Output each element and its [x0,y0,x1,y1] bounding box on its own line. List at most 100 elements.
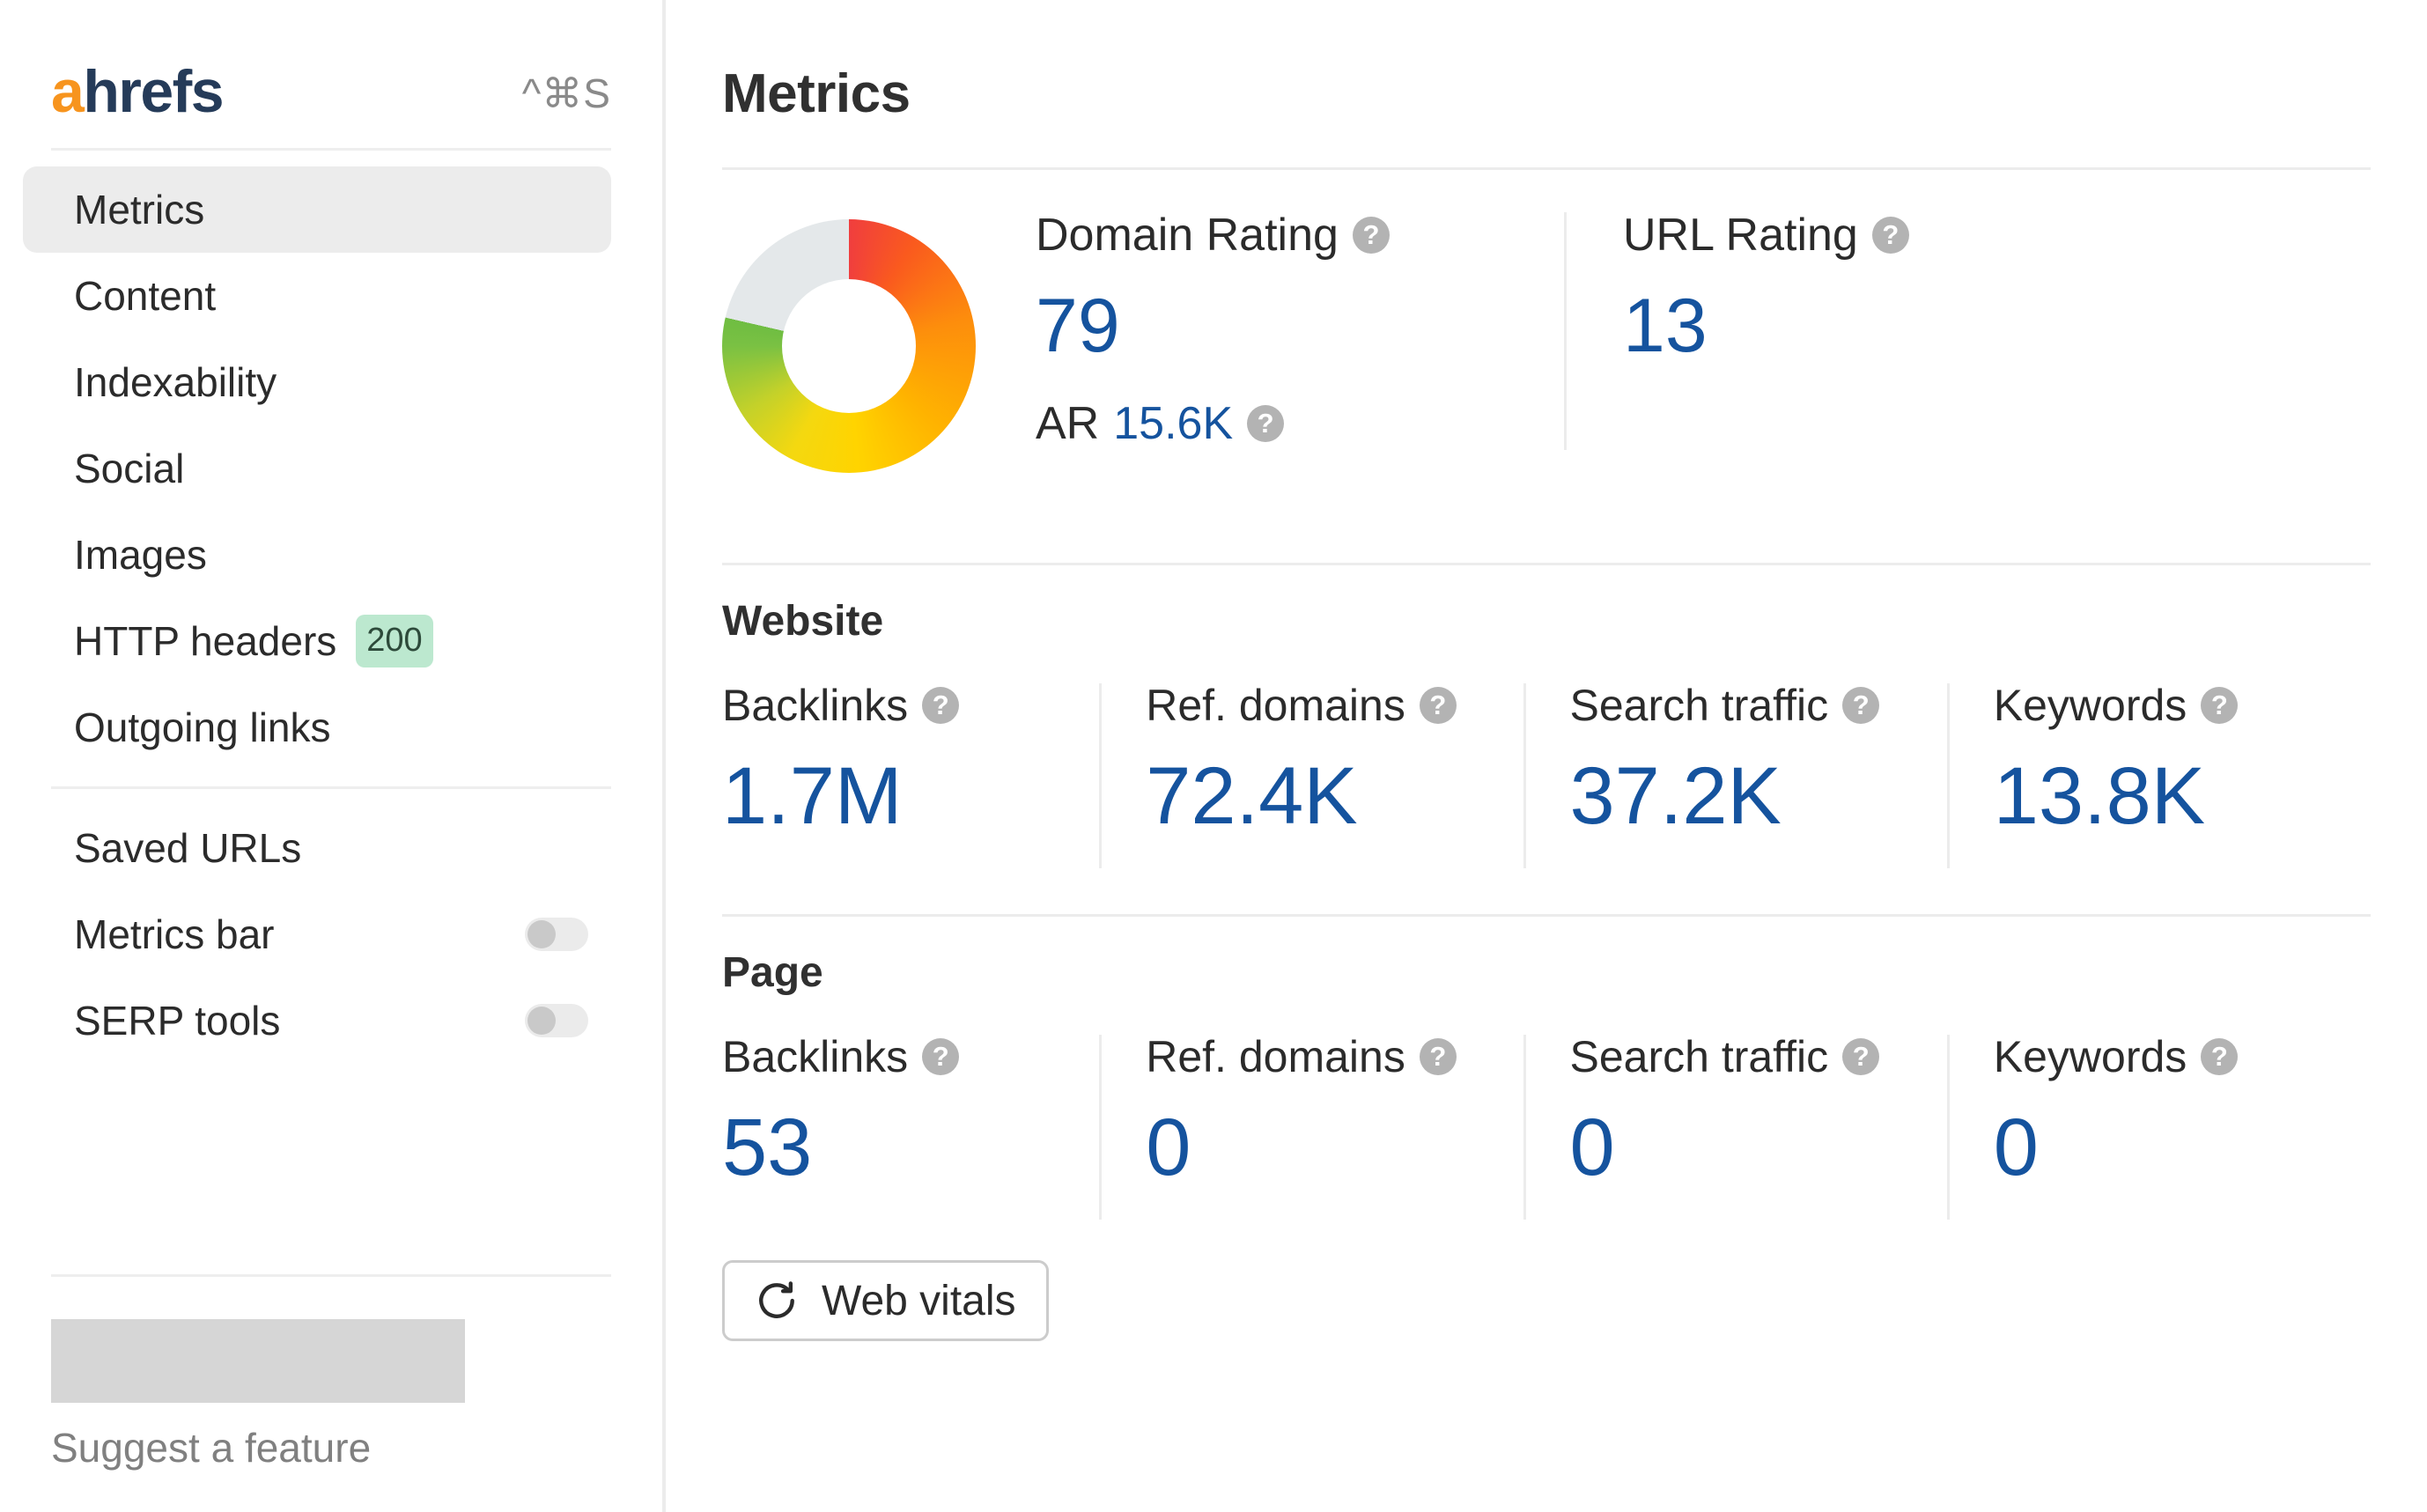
ahrefs-logo[interactable]: ahrefs [51,62,225,122]
page-metrics-row: Backlinks ? 53 Ref. domains ? 0 Search t… [722,1035,2371,1220]
page-backlinks-label: Backlinks [722,1032,909,1081]
domain-rating-donut-wrap [722,212,986,473]
url-rating-label-row: URL Rating ? [1623,212,1909,258]
sidebar-item-outgoing-links[interactable]: Outgoing links [23,684,611,771]
sidebar-item-label: Metrics bar [74,911,275,957]
website-backlinks-value: 1.7M [722,751,903,841]
website-keywords-label-row: Keywords ? [1994,683,2350,727]
sidebar-item-label: Metrics [74,187,205,232]
page-search-traffic-cell: Search traffic ? 0 [1523,1035,1947,1220]
website-backlinks-cell: Backlinks ? 1.7M [722,683,1099,868]
page-ref-domains-label: Ref. domains [1146,1032,1405,1081]
ahrefs-rank-row: AR 15.6K ? [1036,401,1515,446]
website-keywords-label: Keywords [1993,681,2187,730]
sidebar-settings: Saved URLs Metrics bar SERP tools [0,805,611,1064]
sidebar-divider-bottom [51,1274,611,1277]
promo-placeholder [51,1319,465,1403]
serp-tools-toggle[interactable] [525,1004,588,1037]
sidebar-item-serp-tools[interactable]: SERP tools [23,977,611,1064]
ratings-columns: Domain Rating ? 79 AR 15.6K ? URL Rating… [986,212,2371,450]
website-ref-domains-value: 72.4K [1146,751,1358,841]
sidebar-item-http-headers[interactable]: HTTP headers 200 [23,598,611,684]
website-backlinks-label-row: Backlinks ? [722,683,1078,727]
domain-rating-label-row: Domain Rating ? [1036,212,1515,258]
website-search-traffic-value: 37.2K [1569,751,1782,841]
sidebar-item-images[interactable]: Images [23,512,611,598]
page-backlinks-cell: Backlinks ? 53 [722,1035,1099,1220]
sidebar: ahrefs ^⌘S Metrics Content Indexability … [0,0,666,1512]
sidebar-item-indexability[interactable]: Indexability [23,339,611,425]
web-vitals-row: Web vitals [722,1220,2371,1341]
sidebar-divider-middle [51,786,611,789]
help-icon[interactable]: ? [1419,1038,1457,1075]
web-vitals-button-label: Web vitals [822,1277,1016,1324]
help-icon[interactable]: ? [922,1038,960,1075]
page-keywords-label: Keywords [1993,1032,2187,1081]
sidebar-item-saved-urls[interactable]: Saved URLs [23,805,611,891]
page-section: Page Backlinks ? 53 Ref. domains ? 0 Sea… [722,917,2371,1220]
ratings-section: Domain Rating ? 79 AR 15.6K ? URL Rating… [722,170,2371,517]
page-section-title: Page [722,949,823,996]
website-search-traffic-label-row: Search traffic ? [1570,683,1926,727]
sidebar-header: ahrefs ^⌘S [0,0,611,132]
website-ref-domains-cell: Ref. domains ? 72.4K [1099,683,1523,868]
page-keywords-cell: Keywords ? 0 [1946,1035,2371,1220]
page-ref-domains-label-row: Ref. domains ? [1146,1035,1501,1079]
url-rating-block: URL Rating ? 13 [1564,212,1959,450]
help-icon[interactable]: ? [1247,405,1285,442]
page-search-traffic-label: Search traffic [1569,1032,1829,1081]
help-icon[interactable]: ? [1871,217,1909,254]
url-rating-value: 13 [1623,284,1708,368]
sidebar-item-label: Content [74,273,217,319]
url-rating-label: URL Rating [1623,210,1858,261]
page-ref-domains-value: 0 [1146,1103,1191,1192]
website-metrics-row: Backlinks ? 1.7M Ref. domains ? 72.4K Se… [722,683,2371,868]
help-icon[interactable]: ? [1842,1038,1880,1075]
ahrefs-toolbar-panel: ahrefs ^⌘S Metrics Content Indexability … [0,0,2427,1512]
page-search-traffic-label-row: Search traffic ? [1570,1035,1926,1079]
page-ref-domains-cell: Ref. domains ? 0 [1099,1035,1523,1220]
website-backlinks-label: Backlinks [722,681,909,730]
domain-rating-value: 79 [1036,284,1120,368]
sidebar-item-metrics-bar[interactable]: Metrics bar [23,891,611,977]
sidebar-item-metrics[interactable]: Metrics [23,166,611,253]
sidebar-item-label: Saved URLs [74,825,302,871]
website-search-traffic-cell: Search traffic ? 37.2K [1523,683,1947,868]
logo-text: hrefs [83,58,224,125]
suggest-a-feature-link[interactable]: Suggest a feature [0,1403,611,1512]
sidebar-divider-top [51,148,611,151]
ar-value: 15.6K [1113,398,1234,449]
refresh-icon [755,1279,799,1323]
website-section-title: Website [722,598,884,645]
metrics-bar-toggle[interactable] [525,918,588,951]
ar-label: AR [1036,398,1100,449]
domain-rating-block: Domain Rating ? 79 AR 15.6K ? [1036,212,1564,450]
web-vitals-button[interactable]: Web vitals [722,1260,1049,1341]
website-search-traffic-label: Search traffic [1569,681,1829,730]
sidebar-item-social[interactable]: Social [23,425,611,512]
page-backlinks-label-row: Backlinks ? [722,1035,1078,1079]
logo-accent-letter: a [51,58,85,125]
website-keywords-cell: Keywords ? 13.8K [1946,683,2371,868]
sidebar-item-label: Images [74,532,207,578]
sidebar-item-label: Indexability [74,359,277,405]
website-ref-domains-label-row: Ref. domains ? [1146,683,1501,727]
help-icon[interactable]: ? [1352,217,1390,254]
sidebar-item-label: SERP tools [74,998,281,1044]
sidebar-item-label: Social [74,446,185,491]
help-icon[interactable]: ? [922,687,960,724]
page-title: Metrics [722,63,911,124]
keyboard-shortcut-label: ^⌘S [521,70,611,116]
help-icon[interactable]: ? [1842,687,1880,724]
page-keywords-label-row: Keywords ? [1994,1035,2350,1079]
sidebar-item-content[interactable]: Content [23,253,611,339]
page-search-traffic-value: 0 [1569,1103,1615,1192]
sidebar-item-label: HTTP headers [74,618,337,664]
website-ref-domains-label: Ref. domains [1146,681,1405,730]
help-icon[interactable]: ? [2201,687,2239,724]
help-icon[interactable]: ? [2201,1038,2239,1075]
help-icon[interactable]: ? [1419,687,1457,724]
status-badge: 200 [356,615,433,667]
page-keywords-value: 0 [1993,1103,2039,1192]
